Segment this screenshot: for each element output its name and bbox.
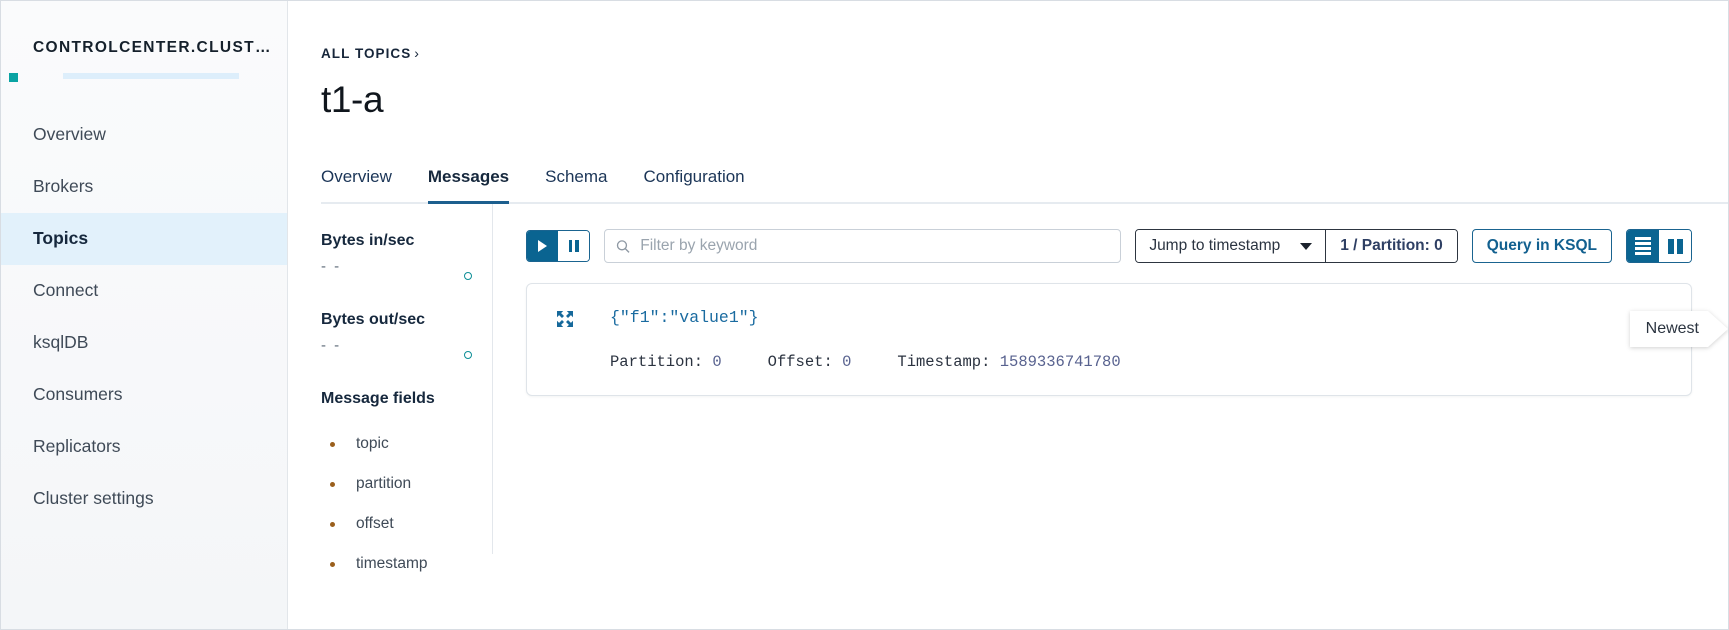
tab-schema[interactable]: Schema [545, 167, 607, 202]
metric-label: Bytes out/sec [321, 311, 426, 328]
tab-configuration[interactable]: Configuration [644, 167, 745, 202]
meta-value: 0 [842, 353, 852, 371]
cluster-name: CONTROLCENTER.CLUST… [33, 39, 272, 56]
view-toggle-group [1626, 229, 1692, 263]
sidebar-item-consumers[interactable]: Consumers [1, 369, 287, 421]
meta-key: Timestamp: [897, 353, 991, 371]
sidebar: CONTROLCENTER.CLUST… Overview Brokers To… [1, 1, 288, 629]
search-box[interactable] [604, 229, 1122, 263]
metric-bytes-in: Bytes in/sec - - [321, 232, 480, 280]
message-card[interactable]: {"f1":"value1"} Partition: 0 Offset: 0 T… [526, 283, 1692, 396]
circle-icon [464, 272, 472, 280]
field-label: timestamp [356, 555, 428, 572]
messages-column: Jump to timestamp 1 / Partition: 0 Query… [493, 204, 1728, 554]
meta-offset: Offset: 0 [768, 353, 852, 371]
sidebar-item-brokers[interactable]: Brokers [1, 161, 287, 213]
pause-icon [568, 240, 579, 252]
tab-bar: Overview Messages Schema Configuration [321, 167, 1728, 204]
field-label: topic [356, 435, 389, 452]
breadcrumb[interactable]: ALL TOPICS › [321, 45, 420, 61]
chevron-down-icon [1300, 242, 1313, 250]
meta-partition: Partition: 0 [610, 353, 722, 371]
bullet-icon [330, 481, 335, 487]
newest-tooltip: Newest [1629, 311, 1728, 347]
messages-panel: Bytes in/sec - - Bytes out/sec - - Messa… [321, 204, 1728, 572]
tab-messages[interactable]: Messages [427, 167, 510, 204]
page-title: t1-a [321, 79, 384, 120]
message-metadata: Partition: 0 Offset: 0 Timestamp: 158933… [549, 353, 1665, 371]
metrics-column: Bytes in/sec - - Bytes out/sec - - Messa… [321, 204, 493, 572]
play-icon [538, 240, 547, 252]
list-view-button[interactable] [1627, 230, 1659, 262]
messages-toolbar: Jump to timestamp 1 / Partition: 0 Query… [526, 229, 1692, 263]
sidebar-item-cluster-settings[interactable]: Cluster settings [1, 473, 287, 525]
search-icon [616, 239, 630, 253]
cluster-status-dot [9, 73, 18, 82]
cluster-health-bar [1, 73, 287, 82]
sidebar-item-topics[interactable]: Topics [1, 213, 287, 265]
column-view-icon [1667, 238, 1683, 254]
bullet-icon [330, 561, 335, 567]
message-fields-title: Message fields [321, 390, 435, 407]
jump-to-timestamp-select[interactable]: Jump to timestamp [1136, 230, 1326, 262]
jump-select-label: Jump to timestamp [1149, 237, 1281, 254]
partition-value[interactable]: 1 / Partition: 0 [1325, 230, 1457, 262]
newest-tooltip-label: Newest [1629, 311, 1708, 347]
message-header-row: {"f1":"value1"} [549, 308, 1665, 329]
message-payload: {"f1":"value1"} [610, 308, 759, 327]
message-field-topic[interactable]: topic [321, 424, 480, 464]
main-content: ALL TOPICS › t1-a Overview Messages Schem… [288, 1, 1728, 629]
column-view-button[interactable] [1659, 230, 1691, 262]
field-label: offset [356, 515, 394, 532]
metric-bytes-out: Bytes out/sec - - [321, 311, 480, 359]
pause-button[interactable] [558, 231, 589, 261]
query-in-ksql-button[interactable]: Query in KSQL [1471, 229, 1612, 263]
jump-group: Jump to timestamp 1 / Partition: 0 [1135, 229, 1458, 263]
bullet-icon [330, 521, 335, 527]
expand-icon[interactable] [555, 309, 575, 329]
bullet-icon [330, 441, 335, 447]
message-field-timestamp[interactable]: timestamp [321, 544, 480, 584]
meta-timestamp: Timestamp: 1589336741780 [897, 353, 1120, 371]
breadcrumb-label: ALL TOPICS [321, 46, 412, 61]
message-field-offset[interactable]: offset [321, 504, 480, 544]
newest-tooltip-arrow [1708, 311, 1728, 347]
metric-value: - - [321, 337, 480, 359]
chevron-right-icon: › [414, 45, 420, 61]
sidebar-nav: Overview Brokers Topics Connect ksqlDB C… [1, 109, 287, 525]
sidebar-item-overview[interactable]: Overview [1, 109, 287, 161]
cluster-bar-track [63, 73, 239, 79]
circle-icon [464, 351, 472, 359]
message-field-partition[interactable]: partition [321, 464, 480, 504]
play-pause-group [526, 230, 590, 262]
metric-label: Bytes in/sec [321, 232, 415, 249]
sidebar-item-ksqldb[interactable]: ksqlDB [1, 317, 287, 369]
app-window: CONTROLCENTER.CLUST… Overview Brokers To… [0, 0, 1729, 630]
sidebar-item-replicators[interactable]: Replicators [1, 421, 287, 473]
search-input[interactable] [640, 237, 1110, 255]
play-button[interactable] [527, 231, 558, 261]
field-label: partition [356, 475, 412, 492]
metric-value: - - [321, 258, 480, 280]
meta-value: 0 [712, 353, 722, 371]
meta-key: Offset: [767, 353, 833, 371]
sidebar-item-connect[interactable]: Connect [1, 265, 287, 317]
list-view-icon [1635, 237, 1651, 255]
tab-overview[interactable]: Overview [321, 167, 392, 202]
meta-value: 1589336741780 [999, 353, 1121, 371]
meta-key: Partition: [610, 353, 704, 371]
